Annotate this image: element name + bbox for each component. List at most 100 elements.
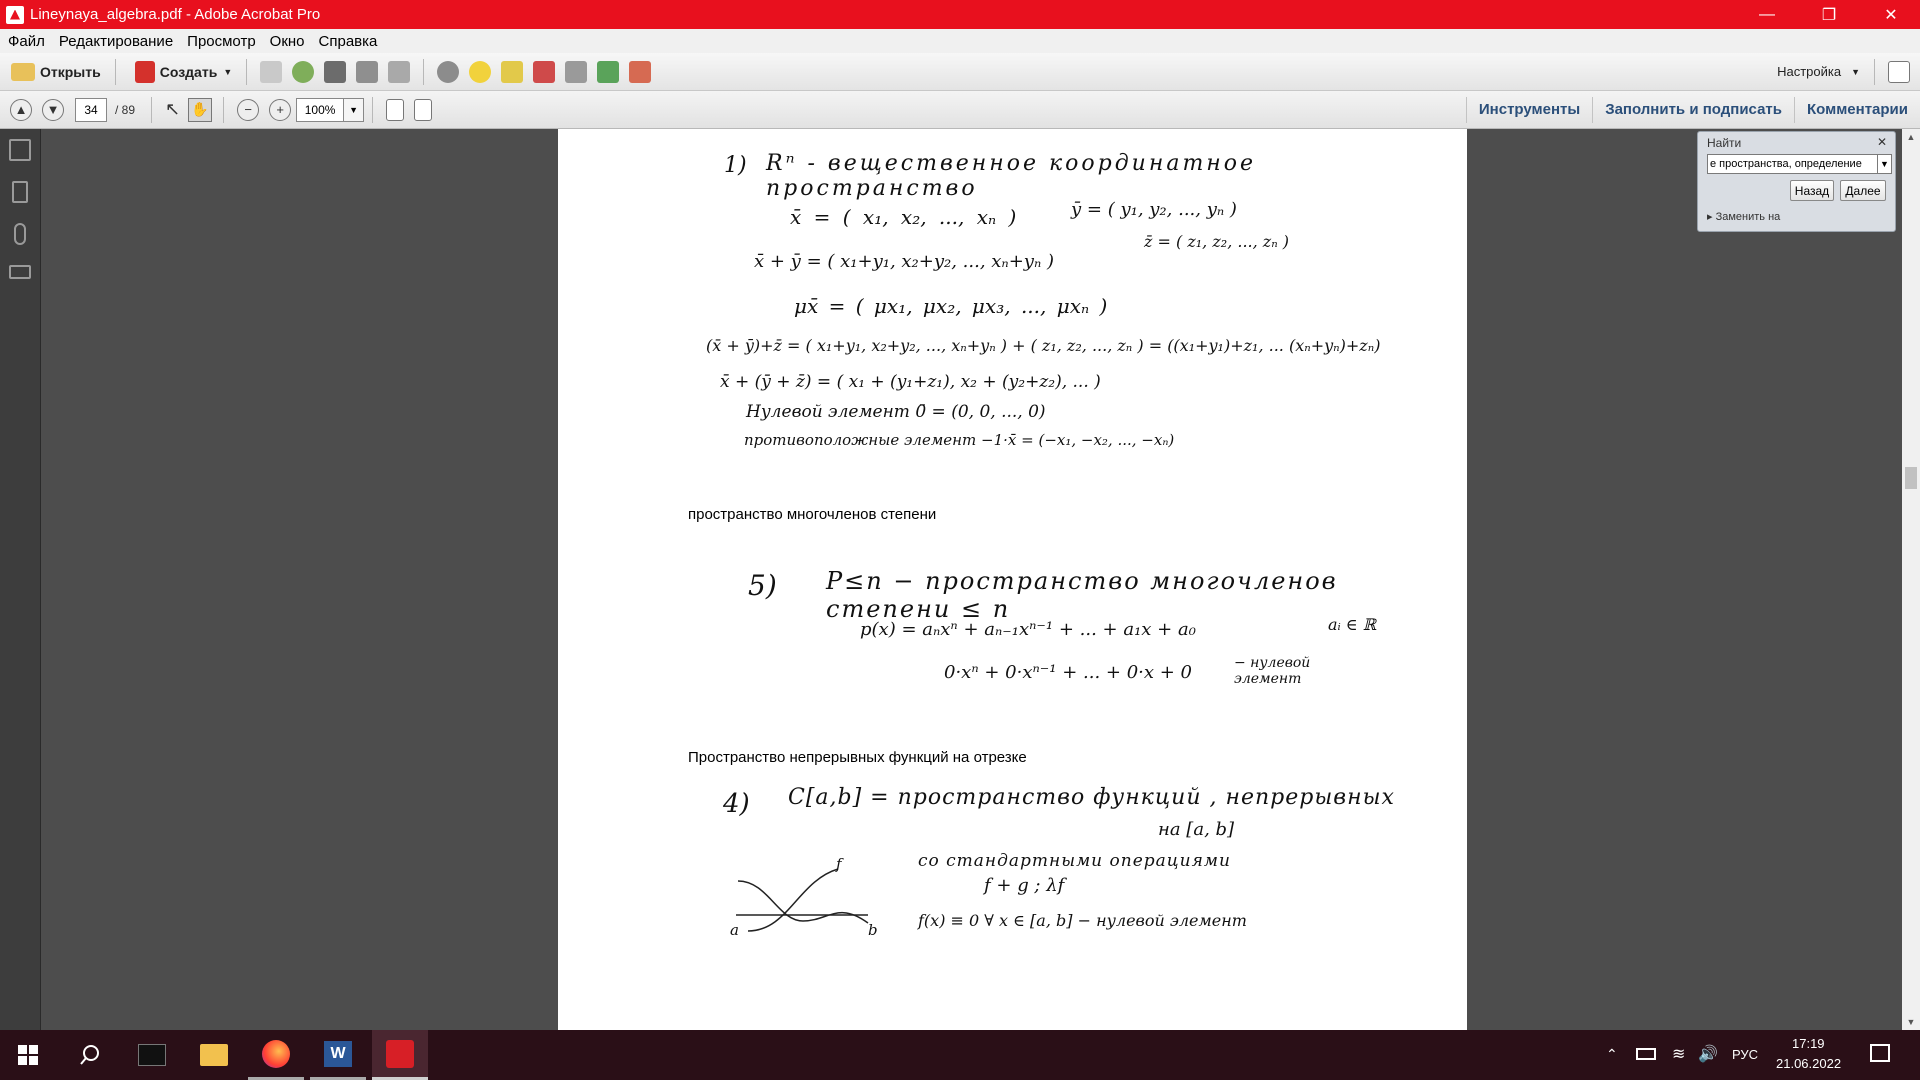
hw-line: − нулевой элемент — [1234, 655, 1311, 687]
cloud-upload-icon[interactable] — [292, 60, 315, 83]
signatures-icon[interactable] — [9, 265, 31, 279]
wifi-icon[interactable]: ≋ — [1672, 1044, 1685, 1064]
zoom-out-button[interactable]: − — [237, 98, 260, 121]
fill-sign-panel-link[interactable]: Заполнить и подписать — [1592, 96, 1794, 123]
minimize-button[interactable]: — — [1738, 0, 1796, 29]
highlight-icon[interactable] — [501, 60, 524, 83]
hand-tool-icon[interactable]: ✋ — [188, 97, 213, 122]
menu-edit[interactable]: Редактирование — [59, 33, 173, 50]
attachments-icon[interactable] — [14, 223, 26, 245]
hw-line: f(x) ≡ 0 ∀ x ∈ [a, b] − нулевой элемент — [918, 911, 1247, 930]
taskbar-firefox[interactable] — [248, 1030, 304, 1080]
terminal-icon — [138, 1044, 166, 1066]
toolbar-divider — [246, 58, 248, 85]
clock-date[interactable]: 21.06.2022 — [1776, 1056, 1841, 1071]
document-area: 1) Rⁿ - вещественное координатное простр… — [42, 129, 1902, 1030]
hw-line: z̄ = ( z₁, z₂, ..., zₙ ) — [1144, 232, 1290, 251]
select-cursor-icon[interactable]: ↖ — [165, 99, 180, 120]
hw-title: Rⁿ - вещественное координатное пространс… — [766, 151, 1257, 201]
chevron-down-icon: ▼ — [223, 66, 233, 77]
taskbar-explorer[interactable] — [186, 1030, 242, 1080]
battery-icon[interactable] — [1636, 1048, 1656, 1060]
insert-page-icon[interactable] — [597, 60, 620, 83]
restore-button[interactable]: ❐ — [1800, 0, 1858, 29]
tray-chevron-up-icon[interactable]: ⌃ — [1606, 1046, 1618, 1063]
bookmarks-icon[interactable] — [12, 181, 28, 203]
taskbar-acrobat[interactable] — [372, 1030, 428, 1080]
toolbar-divider — [151, 96, 153, 123]
extract-page-icon[interactable] — [565, 60, 588, 83]
toolbar-divider — [1874, 58, 1875, 85]
find-dropdown-icon[interactable]: ▼ — [1878, 154, 1892, 174]
hw-line: 0·xⁿ + 0·xⁿ⁻¹ + ... + 0·x + 0 — [944, 662, 1193, 683]
replace-label: Заменить на — [1715, 211, 1781, 223]
taskbar-terminal[interactable] — [124, 1030, 180, 1080]
print-icon[interactable] — [324, 60, 347, 83]
hw-line: (x̄ + ȳ)+z̄ = ( x₁+y₁, x₂+y₂, ..., xₙ+yₙ… — [706, 336, 1381, 355]
menu-window[interactable]: Окно — [270, 33, 305, 50]
notifications-icon[interactable] — [1870, 1044, 1890, 1062]
scroll-up-arrow-icon[interactable]: ▲ — [1902, 129, 1920, 145]
find-close-icon[interactable]: ✕ — [1877, 135, 1887, 149]
language-indicator[interactable]: РУС — [1732, 1047, 1758, 1062]
expand-icon[interactable] — [1888, 60, 1910, 83]
hw-line: x̄ + (ȳ + z̄) = ( x₁ + (y₁+z₁), x₂ + (y₂… — [720, 372, 1101, 392]
menu-file[interactable]: Файл — [8, 33, 45, 50]
find-replace-toggle[interactable]: ▸ Заменить на — [1707, 210, 1780, 223]
zoom-in-button[interactable]: + — [269, 98, 292, 121]
menu-view[interactable]: Просмотр — [187, 33, 256, 50]
taskbar-word[interactable]: W — [310, 1030, 366, 1080]
start-button[interactable] — [0, 1030, 56, 1080]
hw-line: на [a, b] — [1158, 819, 1235, 840]
gear-icon[interactable] — [437, 60, 460, 83]
open-button[interactable]: Открыть — [0, 58, 107, 86]
fit-page-icon[interactable] — [386, 98, 405, 121]
window-title: Lineynaya_algebra.pdf - Adobe Acrobat Pr… — [30, 6, 321, 23]
zoom-input[interactable]: 100% — [296, 97, 345, 122]
clock-time[interactable]: 17:19 — [1792, 1036, 1825, 1051]
handwritten-block-continuous: 4) C[a,b] = пространство функций , непре… — [558, 779, 1467, 949]
tools-panel-link[interactable]: Инструменты — [1465, 96, 1592, 123]
hw-line: x̄ + ȳ = ( x₁+y₁, x₂+y₂, ..., xₙ+yₙ ) — [754, 251, 1055, 272]
export-icon[interactable] — [629, 60, 652, 83]
comment-icon[interactable] — [469, 60, 492, 83]
menu-help[interactable]: Справка — [319, 33, 378, 50]
hw-line: ȳ = ( y₁, y₂, ..., yₙ ) — [1071, 199, 1237, 220]
zoom-dropdown[interactable]: ▼ — [344, 97, 365, 122]
email-icon[interactable] — [388, 60, 411, 83]
toolbar-divider — [223, 96, 225, 123]
page-number-input[interactable]: 34 — [75, 97, 107, 122]
chevron-down-icon: ▼ — [1851, 66, 1860, 77]
edit-document-icon[interactable] — [356, 60, 379, 83]
customize-button[interactable]: Настройка ▼ — [1771, 58, 1866, 86]
find-next-button[interactable]: Далее — [1840, 180, 1886, 201]
find-input[interactable]: е пространства, определение — [1707, 154, 1878, 174]
scroll-down-arrow-icon[interactable]: ▼ — [1902, 1014, 1920, 1030]
find-back-button[interactable]: Назад — [1790, 180, 1834, 201]
navigation-toolbar: ▲ ▼ 34 / 89 ↖ ✋ − + 100% ▼ Инструменты З… — [0, 91, 1920, 129]
title-bar: Lineynaya_algebra.pdf - Adobe Acrobat Pr… — [0, 0, 1920, 29]
vertical-scrollbar[interactable]: ▲ ▼ — [1902, 129, 1920, 1030]
left-navigation-pane — [0, 129, 41, 1030]
fit-width-icon[interactable] — [414, 98, 433, 121]
acrobat-icon — [386, 1039, 414, 1068]
graph-label-a: a — [730, 921, 739, 939]
delete-page-icon[interactable] — [533, 60, 556, 83]
pdf-page: 1) Rⁿ - вещественное координатное простр… — [558, 129, 1467, 1030]
previous-page-button[interactable]: ▲ — [10, 98, 32, 121]
caption-polynomials: пространство многочленов степени — [688, 506, 937, 523]
comments-panel-link[interactable]: Комментарии — [1793, 96, 1920, 123]
hw-number: 4) — [723, 789, 750, 819]
next-page-button[interactable]: ▼ — [42, 98, 64, 121]
scroll-thumb[interactable] — [1905, 467, 1917, 489]
hw-line: p(x) = aₙxⁿ + aₙ₋₁xⁿ⁻¹ + ... + a₁x + a₀ — [860, 619, 1196, 640]
volume-icon[interactable]: 🔊 — [1698, 1044, 1718, 1064]
close-button[interactable]: ✕ — [1862, 0, 1920, 29]
create-button[interactable]: Создать ▼ — [124, 58, 239, 86]
search-button[interactable] — [62, 1030, 118, 1080]
save-icon[interactable] — [260, 60, 283, 83]
graph-label-f: f — [836, 855, 842, 873]
caption-continuous-functions: Пространство непрерывных функций на отре… — [688, 749, 1027, 766]
find-panel: Найти ✕ е пространства, определение ▼ На… — [1697, 131, 1896, 232]
page-thumbnails-icon[interactable] — [9, 139, 31, 161]
